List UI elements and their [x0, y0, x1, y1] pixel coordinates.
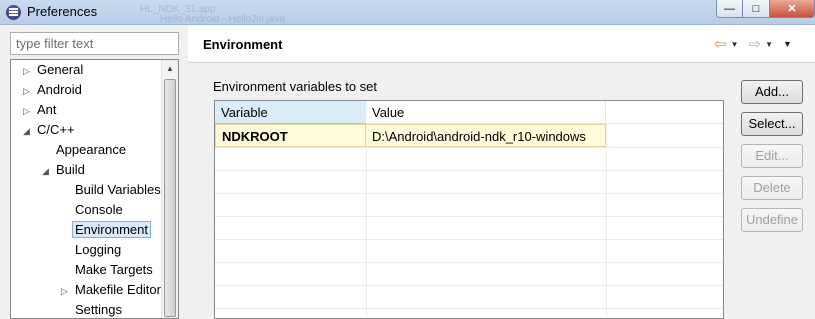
tree-item[interactable]: Appearance: [42, 140, 126, 160]
tree-item[interactable]: Logging: [61, 240, 121, 260]
grid-line: [215, 239, 723, 240]
delete-button[interactable]: Delete: [741, 176, 803, 200]
environment-variables-table: Variable Value NDKROOT D:\Android\androi…: [214, 100, 724, 319]
navigation-buttons: ⇦ ▼ ⇨ ▼ ▼: [714, 35, 792, 53]
tree-item[interactable]: Console: [61, 200, 123, 220]
expand-icon[interactable]: ▷: [61, 281, 75, 301]
expand-icon[interactable]: ▷: [23, 61, 37, 81]
grid-line: [215, 170, 723, 171]
preference-page: Environment ⇦ ▼ ⇨ ▼ ▼ Environment variab…: [188, 25, 815, 319]
table-row[interactable]: NDKROOT D:\Android\android-ndk_r10-windo…: [215, 124, 606, 147]
preferences-tree: ▷ General ▷ Android ▷ Ant ◢ C/C++ Appearance ◢ Bui…: [10, 59, 179, 319]
page-header: Environment ⇦ ▼ ⇨ ▼ ▼: [188, 25, 815, 63]
add-button[interactable]: Add...: [741, 80, 803, 104]
tree-item[interactable]: ▷ Android: [23, 80, 82, 100]
grid-line: [215, 285, 723, 286]
tree-item-label: Console: [75, 202, 123, 217]
tree-item-label: Settings: [75, 302, 122, 317]
grid-line: [606, 124, 607, 318]
tree-item-label: Appearance: [56, 142, 127, 157]
tree-item[interactable]: ◢ C/C++: [23, 120, 75, 140]
tree-item-label: Make Targets: [75, 262, 153, 277]
collapse-icon[interactable]: ◢: [23, 121, 37, 141]
eclipse-app-icon: [6, 5, 21, 20]
tree-item-label: General: [37, 62, 84, 77]
tree-item[interactable]: Environment: [61, 220, 151, 240]
grid-line: [215, 216, 723, 217]
undefine-button[interactable]: Undefine: [741, 208, 803, 232]
chevron-down-icon[interactable]: ▼: [731, 40, 739, 49]
tree-item[interactable]: Make Targets: [61, 260, 153, 280]
scrollbar-thumb[interactable]: [164, 79, 176, 317]
tree-item[interactable]: Settings: [61, 300, 122, 318]
preferences-sidebar: ▷General▷Android▷Ant◢C/C++Appearance◢Bui…: [0, 25, 188, 319]
select-button[interactable]: Select...: [741, 112, 803, 136]
filter-input[interactable]: [10, 32, 179, 55]
tree-item-label: Logging: [75, 242, 122, 257]
window-title: Preferences: [27, 4, 98, 19]
arrow-left-icon[interactable]: ⇦: [714, 35, 727, 53]
section-label: Environment variables to set: [213, 79, 378, 94]
page-title: Environment: [203, 37, 283, 52]
table-header: Variable Value: [215, 101, 723, 124]
collapse-icon[interactable]: ◢: [42, 161, 56, 181]
scroll-up-icon[interactable]: ▲: [162, 60, 178, 77]
window-controls: — □ ✕: [716, 0, 815, 18]
column-header-filler: [606, 101, 723, 124]
chevron-down-icon[interactable]: ▼: [765, 40, 773, 49]
tree-scrollbar[interactable]: ▲: [161, 60, 178, 318]
tree-item-label: Android: [37, 82, 82, 97]
edit-button[interactable]: Edit...: [741, 144, 803, 168]
tree-item-label: Makefile Editor: [75, 282, 161, 297]
close-button[interactable]: ✕: [770, 0, 815, 18]
tree-item-label: Build: [56, 162, 85, 177]
grid-line: [366, 124, 367, 318]
tree-item[interactable]: ▷ Ant: [23, 100, 57, 120]
value-cell: D:\Android\android-ndk_r10-windows: [366, 124, 606, 147]
variable-cell: NDKROOT: [215, 124, 366, 147]
grid-line: [215, 193, 723, 194]
column-header-variable[interactable]: Variable: [215, 101, 366, 124]
expand-icon[interactable]: ▷: [23, 101, 37, 121]
tree-item[interactable]: Build Variables: [61, 180, 161, 200]
grid-line: [215, 308, 723, 309]
column-header-value[interactable]: Value: [366, 101, 606, 124]
tree-item[interactable]: ▷ General: [23, 60, 83, 80]
tree-item[interactable]: ◢ Build: [42, 160, 85, 180]
tree-item[interactable]: ▷ Makefile Editor: [61, 280, 161, 300]
view-menu-icon[interactable]: ▼: [783, 39, 792, 49]
tree-item-label: Environment: [72, 221, 151, 238]
tree-item-label: Ant: [37, 102, 57, 117]
grid-line: [215, 262, 723, 263]
maximize-button[interactable]: □: [743, 0, 770, 18]
tree-item-label: Build Variables: [75, 182, 161, 197]
expand-icon[interactable]: ▷: [23, 81, 37, 101]
arrow-right-icon[interactable]: ⇨: [749, 35, 762, 53]
tree-item-label: C/C++: [37, 122, 75, 137]
minimize-button[interactable]: —: [716, 0, 743, 18]
background-window-tab: Hello Android - HelloJni.java: [160, 14, 286, 25]
title-bar: Preferences HL_NDK_31.app Hello Android …: [0, 0, 815, 25]
